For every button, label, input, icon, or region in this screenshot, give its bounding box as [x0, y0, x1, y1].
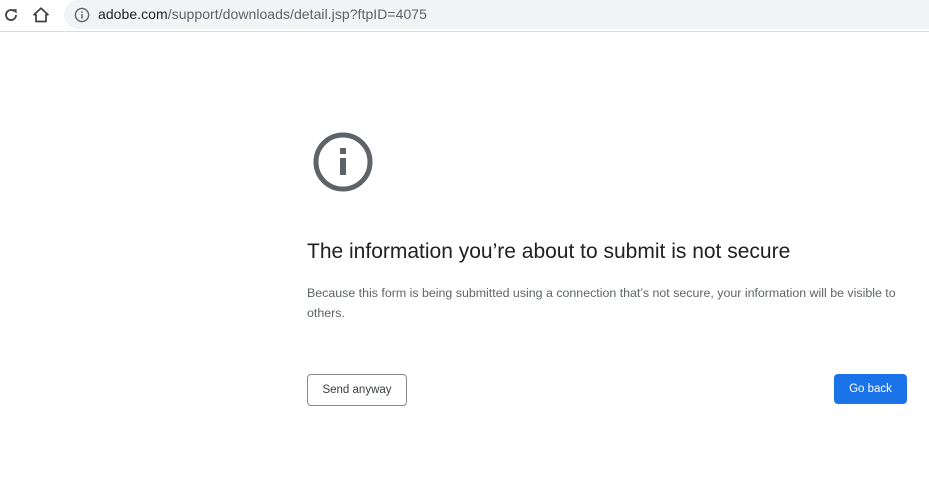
page-title: The information you’re about to submit i…: [307, 240, 791, 263]
browser-toolbar: adobe.com/support/downloads/detail.jsp?f…: [0, 0, 929, 32]
url-text[interactable]: adobe.com/support/downloads/detail.jsp?f…: [98, 6, 427, 22]
home-icon: [33, 7, 49, 23]
site-info-icon[interactable]: [74, 7, 90, 23]
reload-icon: [5, 9, 17, 21]
reload-button[interactable]: [0, 2, 24, 28]
address-bar[interactable]: adobe.com/support/downloads/detail.jsp?f…: [64, 0, 929, 29]
url-path: /support/downloads/detail.jsp?ftpID=4075: [167, 6, 427, 22]
home-button[interactable]: [28, 2, 54, 28]
send-anyway-button[interactable]: Send anyway: [307, 374, 407, 406]
go-back-button[interactable]: Go back: [834, 374, 907, 404]
url-host: adobe.com: [98, 6, 168, 22]
info-icon: [313, 132, 373, 192]
explanation-text: Because this form is being submitted usi…: [307, 286, 896, 320]
